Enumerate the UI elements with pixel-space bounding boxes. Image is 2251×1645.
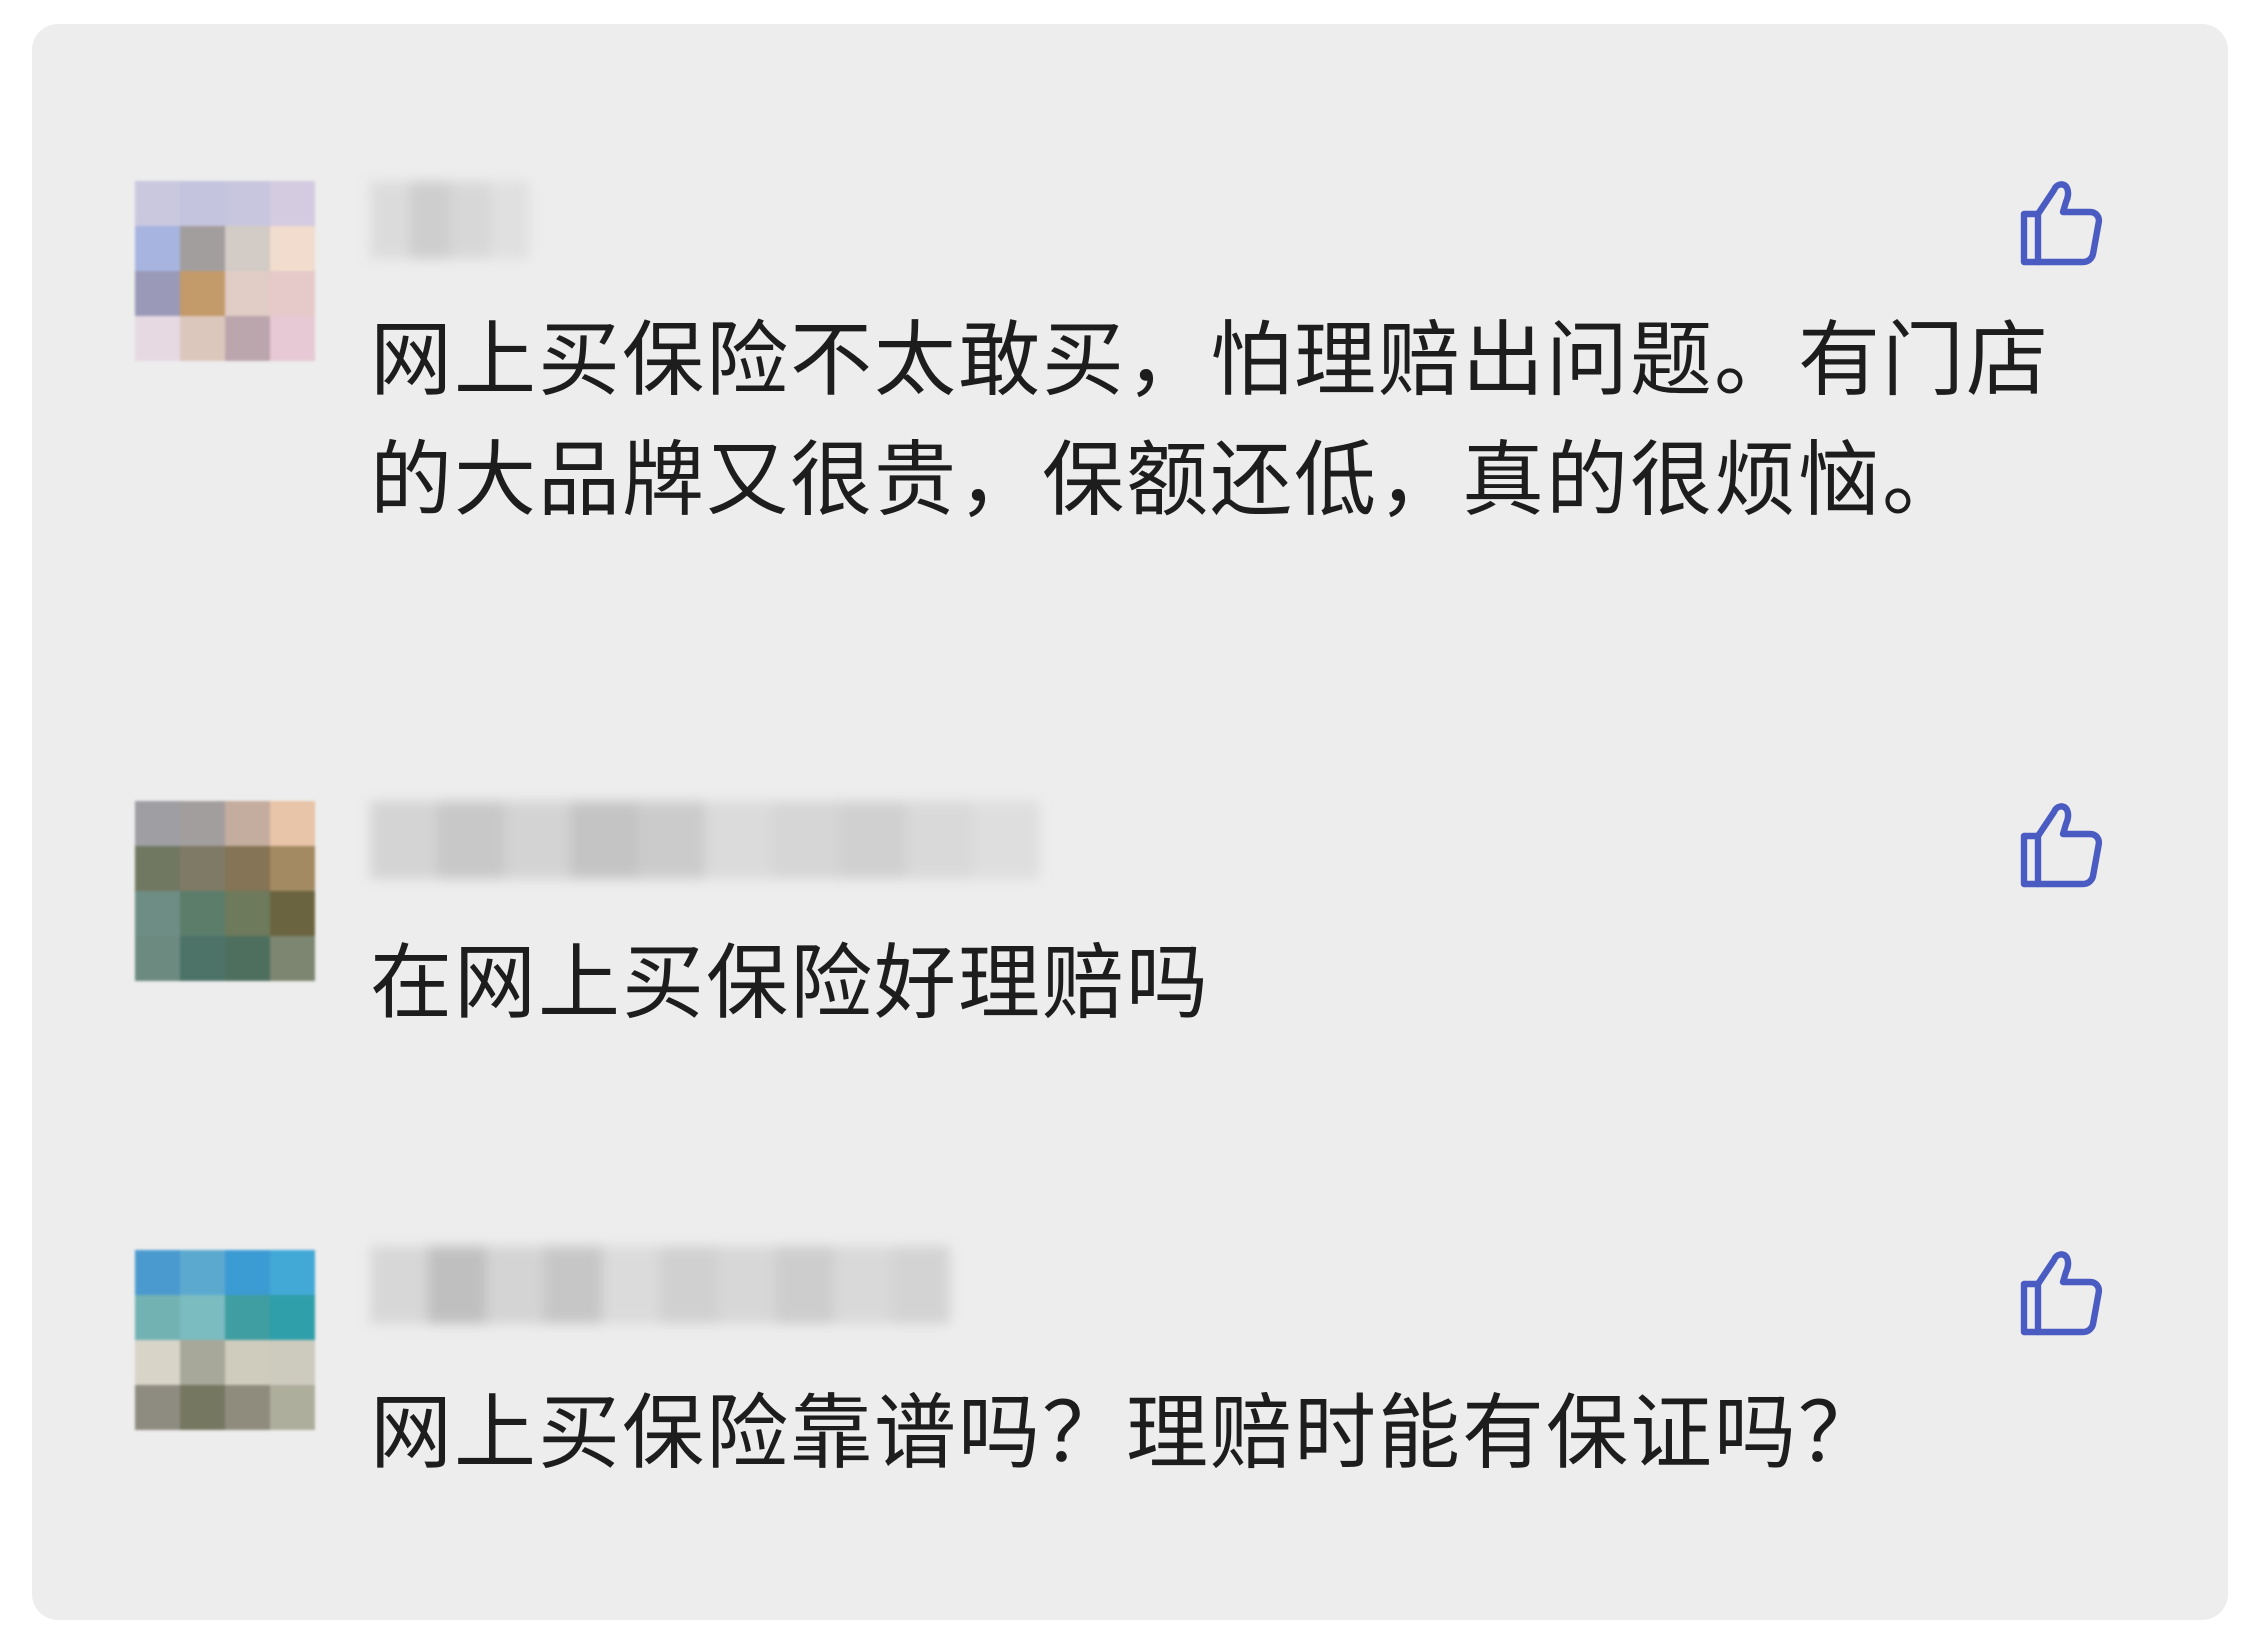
username-pixel: [370, 181, 410, 259]
avatar-pixel: [135, 1340, 180, 1385]
avatar-pixel: [135, 936, 180, 981]
username-pixel: [544, 1246, 602, 1324]
avatar-pixel: [270, 846, 315, 891]
username-pixel: [772, 801, 839, 879]
username-pixel: [437, 801, 504, 879]
avatar-pixel: [180, 1340, 225, 1385]
avatar-pixel: [135, 181, 180, 226]
avatar-pixel: [225, 846, 270, 891]
avatar-pixel: [270, 226, 315, 271]
avatar-pixel: [225, 1250, 270, 1295]
avatar-pixel: [180, 891, 225, 936]
avatar-pixel: [135, 1250, 180, 1295]
username-pixel: [660, 1246, 718, 1324]
username[interactable]: [370, 181, 530, 259]
avatar-pixel: [135, 1295, 180, 1340]
username-pixel: [571, 801, 638, 879]
avatar-pixel: [180, 1250, 225, 1295]
username-pixel: [370, 801, 437, 879]
username-pixel: [834, 1246, 892, 1324]
avatar[interactable]: [135, 181, 315, 361]
avatar-pixel: [225, 1295, 270, 1340]
username-pixel: [973, 801, 1040, 879]
like-button[interactable]: [2012, 1244, 2108, 1340]
username-pixel: [839, 801, 906, 879]
avatar-pixel: [180, 846, 225, 891]
avatar-pixel: [135, 316, 180, 361]
avatar-pixel: [225, 801, 270, 846]
username[interactable]: [370, 1246, 950, 1324]
avatar-pixel: [180, 936, 225, 981]
avatar-pixel: [180, 316, 225, 361]
avatar-pixel: [270, 801, 315, 846]
thumbs-up-icon: [2020, 803, 2103, 888]
avatar-pixel: [135, 846, 180, 891]
avatar-pixel: [135, 226, 180, 271]
thumbs-up-icon: [2020, 181, 2103, 266]
avatar-pixel: [135, 801, 180, 846]
username-pixel: [490, 181, 530, 259]
avatar-pixel: [180, 801, 225, 846]
username-pixel: [450, 181, 490, 259]
like-button[interactable]: [2012, 174, 2108, 270]
avatar-pixel: [270, 936, 315, 981]
avatar-pixel: [135, 271, 180, 316]
username-pixel: [776, 1246, 834, 1324]
username-pixel: [906, 801, 973, 879]
avatar-pixel: [225, 936, 270, 981]
comment-text: 网上买保险不太敢买，怕理赔出问题。有门店的大品牌又很贵，保额还低，真的很烦恼。: [370, 313, 2051, 528]
username-pixel: [486, 1246, 544, 1324]
username-pixel: [602, 1246, 660, 1324]
avatar[interactable]: [135, 801, 315, 981]
username[interactable]: [370, 801, 1040, 879]
avatar-pixel: [180, 1295, 225, 1340]
username-pixel: [504, 801, 571, 879]
username-pixel: [370, 1246, 428, 1324]
avatar-pixel: [135, 891, 180, 936]
avatar-pixel: [270, 1385, 315, 1430]
avatar-pixel: [225, 181, 270, 226]
thumbs-up-icon: [2020, 1251, 2103, 1336]
username-pixel: [892, 1246, 950, 1324]
username-pixel: [718, 1246, 776, 1324]
avatar-pixel: [270, 1250, 315, 1295]
avatar-pixel: [180, 271, 225, 316]
avatar-pixel: [180, 1385, 225, 1430]
avatar-pixel: [270, 316, 315, 361]
comment-text: 网上买保险靠谱吗？理赔时能有保证吗？: [370, 1386, 1883, 1481]
avatar-pixel: [225, 891, 270, 936]
avatar-pixel: [135, 1385, 180, 1430]
username-pixel: [705, 801, 772, 879]
avatar-pixel: [225, 1340, 270, 1385]
username-pixel: [410, 181, 450, 259]
username-pixel: [428, 1246, 486, 1324]
avatar-pixel: [270, 1340, 315, 1385]
avatar-pixel: [225, 316, 270, 361]
comment-text: 在网上买保险好理赔吗: [370, 936, 1211, 1031]
avatar-pixel: [225, 1385, 270, 1430]
avatar-pixel: [270, 271, 315, 316]
avatar-pixel: [270, 1295, 315, 1340]
avatar-pixel: [225, 271, 270, 316]
avatar-pixel: [270, 181, 315, 226]
avatar[interactable]: [135, 1250, 315, 1430]
avatar-pixel: [225, 226, 270, 271]
avatar-pixel: [180, 226, 225, 271]
avatar-pixel: [180, 181, 225, 226]
comments-card: 网上买保险不太敢买，怕理赔出问题。有门店的大品牌又很贵，保额还低，真的很烦恼。 …: [32, 24, 2228, 1620]
username-pixel: [638, 801, 705, 879]
avatar-pixel: [270, 891, 315, 936]
like-button[interactable]: [2012, 796, 2108, 892]
